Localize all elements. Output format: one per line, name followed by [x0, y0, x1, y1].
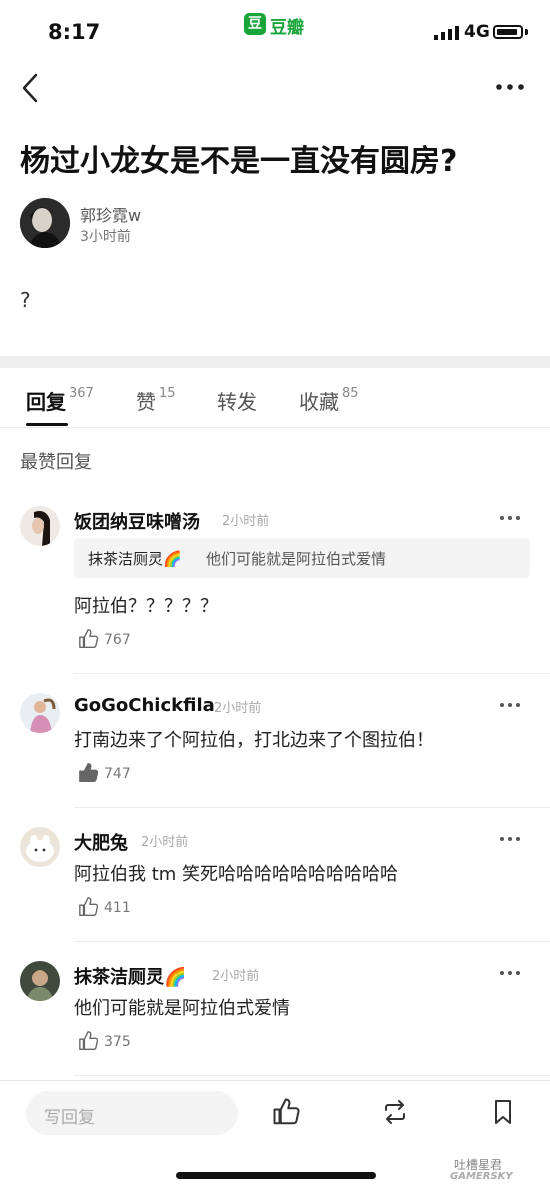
tab-label: 回复 — [26, 390, 66, 414]
home-indicator — [176, 1172, 376, 1179]
battery-icon — [493, 25, 523, 39]
avatar[interactable] — [20, 961, 60, 1001]
tab-divider — [0, 427, 550, 428]
comment-divider — [74, 673, 550, 674]
tab-count: 367 — [69, 386, 94, 401]
more-dots-icon[interactable] — [498, 969, 522, 977]
status-time: 8:17 — [48, 20, 101, 44]
watermark-brand: GAMERSKY — [450, 1171, 513, 1182]
tab-reposts[interactable]: 转发 — [217, 386, 257, 415]
signal-icon — [434, 26, 459, 40]
thumbs-up-icon[interactable] — [78, 1030, 100, 1052]
chevron-left-icon[interactable] — [14, 68, 50, 108]
avatar-photo — [20, 506, 60, 546]
repost-icon[interactable] — [380, 1097, 410, 1127]
douban-app-icon: 豆 — [244, 13, 266, 35]
comment-author[interactable]: 抹茶洁厕灵🌈 — [74, 963, 186, 989]
like-count: 411 — [104, 900, 131, 916]
comment-text: 阿拉伯？？？？？ — [74, 596, 218, 617]
comment-text: 他们可能就是阿拉伯式爱情 — [74, 998, 290, 1019]
comment-time: 2小时前 — [141, 835, 189, 850]
avatar-photo — [20, 961, 60, 1001]
thumbs-up-icon[interactable] — [78, 628, 100, 650]
comment-author[interactable]: 大肥兔 — [74, 829, 128, 855]
tab-count: 15 — [159, 386, 176, 401]
reply-placeholder: 写回复 — [44, 1108, 95, 1128]
thumbs-up-icon[interactable] — [272, 1097, 302, 1127]
avatar[interactable] — [20, 693, 60, 733]
tab-likes[interactable]: 赞 15 — [136, 386, 176, 415]
comment-divider — [74, 941, 550, 942]
like-count: 747 — [104, 766, 131, 782]
quoted-author: 抹茶洁厕灵🌈 — [88, 550, 182, 568]
tab-label: 收藏 — [299, 390, 339, 414]
avatar-photo — [20, 198, 70, 248]
comment-text: 打南边来了个阿拉伯，打北边来了个图拉伯！ — [74, 730, 434, 751]
app-name: 豆瓣 — [270, 18, 304, 38]
tab-favorites[interactable]: 收藏 85 — [299, 386, 359, 415]
author-name[interactable]: 郭珍霓w — [80, 202, 141, 226]
more-dots-icon[interactable] — [498, 835, 522, 843]
tab-replies[interactable]: 回复 367 — [26, 386, 94, 415]
post-title: 杨过小龙女是不是一直没有圆房? — [20, 144, 458, 179]
author-avatar[interactable] — [20, 198, 70, 248]
avatar-photo — [20, 827, 60, 867]
bookmark-icon[interactable] — [488, 1097, 518, 1127]
thumbs-up-icon[interactable] — [78, 896, 100, 918]
active-tab-indicator — [26, 423, 68, 426]
comment-time: 2小时前 — [214, 701, 262, 716]
comment-author[interactable]: 饭团纳豆味噌汤 — [74, 508, 200, 534]
avatar-photo — [20, 693, 60, 733]
section-divider — [0, 356, 550, 368]
post-body: ? — [20, 288, 31, 312]
comment-time: 2小时前 — [212, 969, 260, 984]
like-count: 375 — [104, 1034, 131, 1050]
quoted-text: 他们可能就是阿拉伯式爱情 — [206, 550, 387, 568]
comment-author[interactable]: GoGoChickfila — [74, 695, 215, 716]
tab-count: 85 — [342, 386, 359, 401]
post-time: 3小时前 — [80, 229, 131, 245]
bottom-bar-divider — [0, 1080, 550, 1081]
network-label: 4G — [464, 22, 490, 42]
tab-label: 转发 — [217, 390, 257, 414]
avatar[interactable] — [20, 827, 60, 867]
more-dots-icon[interactable] — [490, 78, 530, 96]
tab-label: 赞 — [136, 390, 156, 414]
more-dots-icon[interactable] — [498, 701, 522, 709]
comment-text: 阿拉伯我 tm 笑死哈哈哈哈哈哈哈哈哈哈 — [74, 864, 399, 885]
comment-divider — [74, 807, 550, 808]
comment-time: 2小时前 — [222, 514, 270, 529]
more-dots-icon[interactable] — [498, 514, 522, 522]
thumbs-up-icon[interactable] — [78, 762, 100, 784]
like-count: 767 — [104, 632, 131, 648]
comment-divider — [74, 1075, 550, 1076]
avatar[interactable] — [20, 506, 60, 546]
section-label-top-replies: 最赞回复 — [20, 452, 92, 473]
battery-tip — [525, 29, 528, 35]
